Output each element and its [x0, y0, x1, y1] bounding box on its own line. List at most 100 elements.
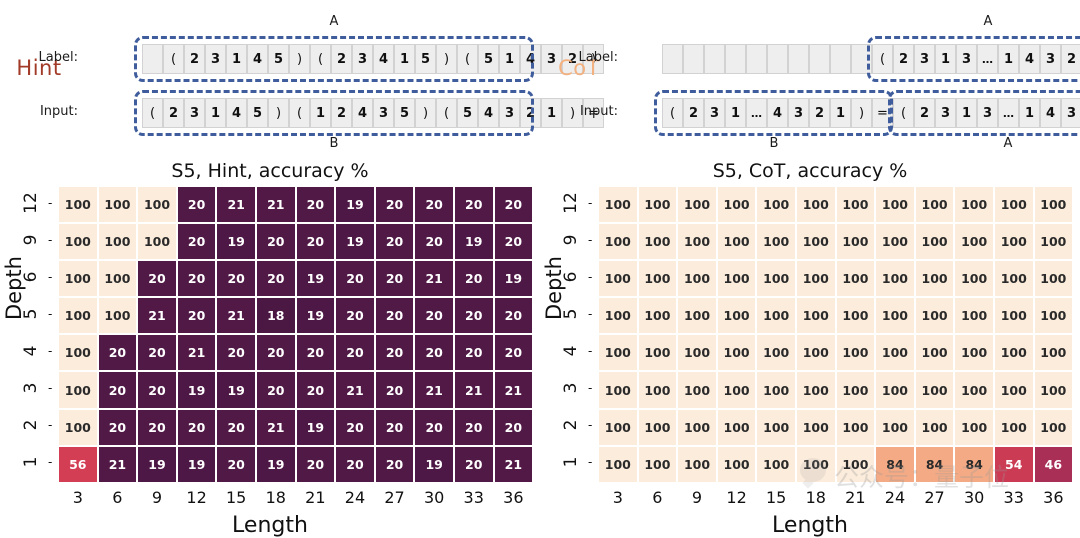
heatmap-cell: 100: [835, 445, 876, 483]
token-cell: 3: [914, 44, 935, 74]
heatmap-cell: 100: [1033, 223, 1074, 261]
heatmap-cot-title: S5, CoT, accuracy %: [712, 160, 908, 182]
x-tick-label: 24: [344, 487, 366, 507]
heatmap-cell: 100: [598, 371, 638, 409]
heatmap-cell: 20: [176, 408, 217, 446]
hint-input-tape: (2 3 1 4 5)(1 2 4 3 5)(5 4 3 2 1) =: [142, 98, 604, 128]
heatmap-cell: 100: [58, 334, 98, 372]
heatmap-cell: 20: [374, 260, 415, 298]
heatmap-cell: 100: [795, 297, 836, 335]
token-cell: 4: [1019, 44, 1040, 74]
token-cell: (: [893, 98, 914, 128]
token-cell: [704, 44, 725, 74]
heatmap-cell: 100: [756, 297, 796, 335]
heatmap-cell: 100: [58, 260, 98, 298]
figure-root: Hint Label: Input: (2 3 1 4 5)(2 3 4 1 5)(5 1 4 3 2)…: [0, 0, 1080, 538]
heatmap-cell: 19: [216, 223, 256, 261]
heatmap-cell: 100: [756, 334, 796, 372]
heatmap-cell: 100: [756, 186, 796, 224]
heatmap-cell: 21: [414, 260, 454, 298]
heatmap-cell: 84: [914, 445, 955, 483]
token-cell: ): [289, 44, 310, 74]
token-cell: [725, 44, 746, 74]
x-tick-label: 21: [305, 487, 326, 507]
heatmap-cell: 21: [216, 297, 256, 335]
x-tick-label: 9: [151, 487, 163, 507]
heatmap-cell: 100: [637, 186, 678, 224]
heatmap-cell: 100: [97, 186, 138, 224]
heatmap-cell: 100: [1033, 260, 1074, 298]
heatmap-cell: 20: [176, 186, 217, 224]
y-tick-mark: -: [588, 381, 593, 396]
heatmap-cell: 100: [716, 260, 757, 298]
heatmap-cell: 100: [137, 186, 177, 224]
heatmap-cell: 20: [493, 334, 534, 372]
heatmap-cell: 100: [716, 371, 757, 409]
cot-label-row-caption: Label:: [578, 50, 618, 65]
heatmap-cell: 19: [335, 223, 375, 261]
y-tick-label: 5: [21, 308, 41, 320]
heatmap-cell: 21: [493, 371, 534, 409]
heatmap-cell: 100: [993, 408, 1034, 446]
heatmap-cell: 20: [216, 260, 256, 298]
y-tick-mark: -: [588, 232, 593, 247]
heatmap-cell: 19: [493, 260, 534, 298]
token-cell: 4: [1040, 98, 1061, 128]
token-cell: …: [746, 98, 767, 128]
heatmap-cell: 100: [795, 334, 836, 372]
heatmap-cell: 19: [137, 445, 177, 483]
heatmap-cell: 100: [716, 223, 757, 261]
heatmap-cell: 20: [453, 260, 494, 298]
token-cell: 1: [205, 98, 226, 128]
x-tick-label: 30: [963, 487, 985, 507]
token-cell: 1: [310, 98, 331, 128]
heatmap-cell: 20: [374, 297, 415, 335]
heatmap-cell: 20: [453, 186, 494, 224]
x-tick-label: 30: [423, 487, 445, 507]
token-cell: 2: [184, 44, 205, 74]
token-cell: [767, 44, 788, 74]
x-tick-label: 27: [384, 487, 405, 507]
heatmap-cell: 100: [716, 297, 757, 335]
heatmap-cell: 20: [374, 186, 415, 224]
x-tick-label: 21: [845, 487, 866, 507]
heatmap-cell: 100: [598, 445, 638, 483]
heatmap-cell: 100: [1033, 186, 1074, 224]
heatmap-hint: S5, Hint, accuracy % Depth 12-9-6-5-4-3-…: [0, 152, 540, 538]
hint-input-row-caption: Input:: [39, 104, 78, 119]
heatmap-cell: 100: [875, 260, 915, 298]
heatmap-cell: 100: [677, 371, 717, 409]
heatmap-cell: 100: [58, 223, 98, 261]
heatmap-cell: 19: [176, 445, 217, 483]
token-cell: 2: [331, 44, 352, 74]
heatmap-cell: 20: [216, 334, 256, 372]
heatmap-cell: 20: [137, 408, 177, 446]
token-cell: 3: [977, 98, 998, 128]
y-tick-label: 3: [561, 382, 581, 394]
heatmap-cell: 100: [835, 186, 876, 224]
heatmap-cot-grid: 100 100 100 100 100 100 100 100 100 100 100 100 100 1…: [598, 186, 1074, 483]
heatmap-cell: 100: [954, 186, 994, 224]
heatmap-cell: 100: [914, 371, 955, 409]
heatmap-cell: 100: [677, 223, 717, 261]
y-tick-label: 4: [561, 345, 581, 357]
heatmap-cell: 100: [756, 223, 796, 261]
y-tick-label: 2: [21, 419, 41, 431]
x-tick-label: 33: [463, 487, 484, 507]
heatmap-cell: 21: [255, 186, 296, 224]
heatmap-cell: 20: [335, 408, 375, 446]
token-cell: (: [872, 44, 893, 74]
heatmap-cell: 100: [993, 297, 1034, 335]
y-tick-label: 5: [561, 308, 581, 320]
token-cell: 2: [1061, 44, 1080, 74]
heatmap-cell: 100: [795, 223, 836, 261]
heatmap-cell: 20: [374, 445, 415, 483]
y-tick-label: 9: [21, 234, 41, 246]
x-tick-label: 36: [1043, 487, 1064, 507]
token-cell: 5: [415, 44, 436, 74]
token-cell: [683, 44, 704, 74]
heatmap-cell: 20: [97, 408, 138, 446]
y-tick-mark: -: [48, 455, 53, 470]
token-cell: 2: [683, 98, 704, 128]
heatmap-cell: 100: [637, 223, 678, 261]
